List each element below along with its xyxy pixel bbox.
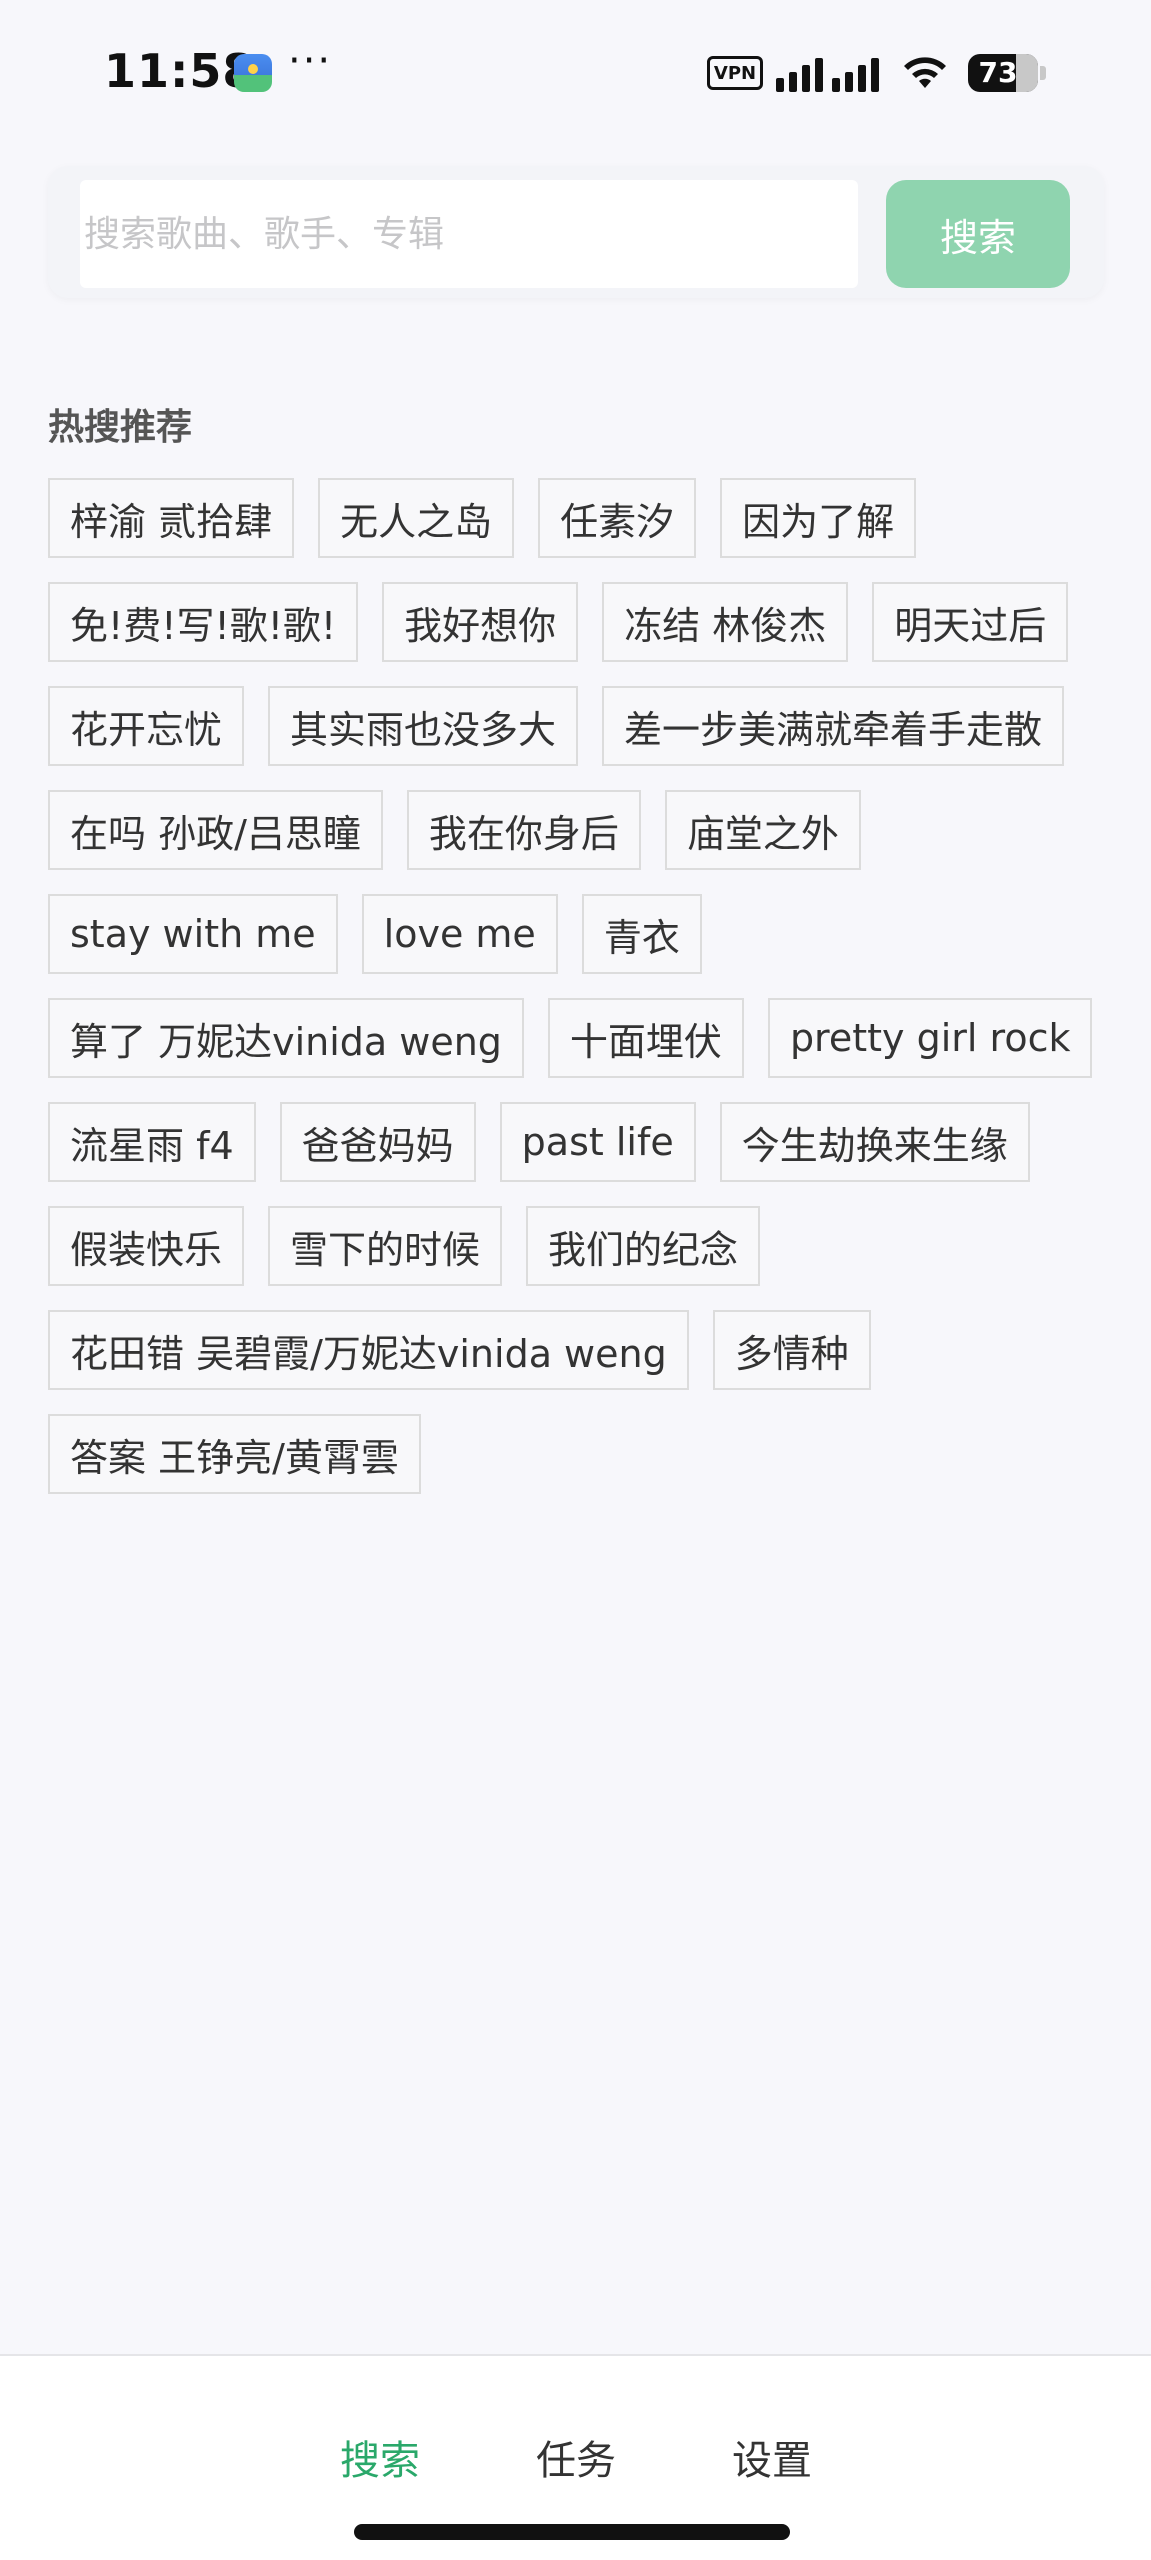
hot-search-tag[interactable]: 假装快乐: [48, 1206, 245, 1286]
hot-search-tag[interactable]: 雪下的时候: [268, 1206, 503, 1286]
more-notifications-icon: ···: [288, 38, 333, 84]
hot-search-tag[interactable]: 任素汐: [538, 478, 697, 558]
hot-search-tags: 梓渝 贰拾肆 无人之岛 任素汐 因为了解免!费!写!歌!歌! 我好想你 冻结 林俊杰 明天过…: [48, 478, 1118, 1494]
hot-search-tag[interactable]: 在吗 孙政/吕思瞳: [48, 790, 383, 870]
battery-percentage: 73: [978, 56, 1018, 89]
hot-search-tag[interactable]: 流星雨 f4: [48, 1102, 256, 1182]
hot-search-tag[interactable]: 梓渝 贰拾肆: [48, 478, 295, 558]
cellular-signal-icon: [776, 52, 888, 92]
hot-search-tag[interactable]: 十面埋伏: [547, 998, 744, 1078]
hot-search-tag[interactable]: past life: [499, 1102, 696, 1182]
hot-search-tag[interactable]: 无人之岛: [318, 478, 515, 558]
hot-search-tag[interactable]: 算了 万妮达vinida weng: [48, 998, 524, 1078]
app-screen: 11:58 ··· VPN 73 搜索 热搜推荐 梓渝 贰拾肆无: [0, 0, 1151, 2560]
hot-search-tag[interactable]: 我们的纪念: [526, 1206, 761, 1286]
search-input[interactable]: [80, 180, 858, 288]
hot-search-tag[interactable]: 我在你身后: [406, 790, 641, 870]
tab-settings[interactable]: 设置: [732, 2428, 812, 2486]
wifi-icon: [904, 57, 946, 88]
hot-search-tag[interactable]: 庙堂之外: [664, 790, 861, 870]
hot-search-tag[interactable]: 青衣: [581, 894, 702, 974]
hot-search-tag[interactable]: love me: [361, 894, 558, 974]
hot-search-tag[interactable]: 花田错 吴碧霞/万妮达vinida weng: [48, 1310, 689, 1390]
hot-search-title: 热搜推荐: [48, 407, 193, 448]
battery-icon: 73: [968, 54, 1038, 92]
hot-search-tag[interactable]: 多情种: [712, 1310, 871, 1390]
gallery-app-icon: [234, 54, 272, 92]
hot-search-tag[interactable]: 其实雨也没多大: [268, 686, 579, 766]
tab-tasks[interactable]: 任务: [536, 2428, 616, 2486]
hot-search-tag[interactable]: 花开忘忧: [48, 686, 245, 766]
search-button[interactable]: 搜索: [886, 180, 1070, 288]
search-bar: 搜索: [48, 166, 1104, 298]
hot-search-tag[interactable]: 答案 王铮亮/黄霄雲: [48, 1414, 421, 1494]
home-indicator[interactable]: [354, 2524, 790, 2540]
hot-search-tag[interactable]: 因为了解: [720, 478, 917, 558]
tab-search[interactable]: 搜索: [340, 2428, 420, 2486]
hot-search-tag[interactable]: 今生劫换来生缘: [719, 1102, 1030, 1182]
hot-search-tag[interactable]: 我好想你: [382, 582, 579, 662]
hot-search-tag[interactable]: 明天过后: [872, 582, 1069, 662]
vpn-icon: VPN: [707, 56, 763, 90]
status-time: 11:58: [104, 44, 256, 98]
battery-tip: [1040, 66, 1046, 80]
hot-search-tag[interactable]: 差一步美满就牵着手走散: [602, 686, 1065, 766]
hot-search-tag[interactable]: pretty girl rock: [767, 998, 1093, 1078]
hot-search-tag[interactable]: 免!费!写!歌!歌!: [48, 582, 359, 662]
hot-search-tag[interactable]: stay with me: [48, 894, 338, 974]
status-bar: 11:58 ··· VPN 73: [0, 0, 1151, 150]
hot-search-tag[interactable]: 爸爸妈妈: [279, 1102, 476, 1182]
hot-search-tag[interactable]: 冻结 林俊杰: [602, 582, 849, 662]
